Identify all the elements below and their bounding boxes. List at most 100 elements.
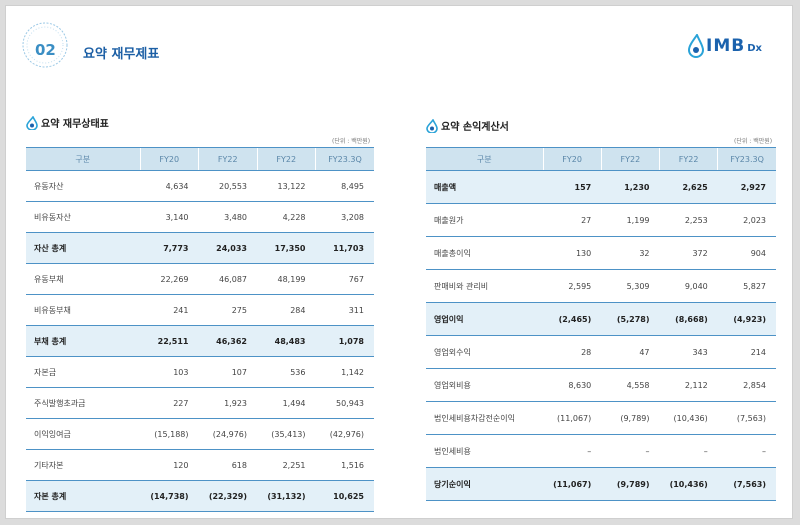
- row-label: 판매비와 관리비: [426, 269, 543, 303]
- logo-word: IMB: [706, 36, 746, 56]
- table-cell: 343: [659, 335, 718, 369]
- table-cell: (10,436): [659, 467, 718, 501]
- row-label: 부채 총계: [26, 325, 140, 357]
- table-cell: 13,122: [257, 170, 316, 202]
- row-label: 비유동부채: [26, 294, 140, 326]
- table-cell: 1,516: [315, 449, 374, 481]
- table-cell: 214: [717, 335, 776, 369]
- row-label: 매출원가: [426, 203, 543, 237]
- table-row: 자산 총계 7,773 24,033 17,350 11,703: [26, 232, 374, 264]
- balance-sheet-unit: (단위 : 백만원): [332, 138, 371, 145]
- table-cell: 1,142: [315, 356, 374, 388]
- row-label: 이익잉여금: [26, 418, 140, 450]
- table-cell: 3,208: [315, 201, 374, 233]
- column-header: 구분: [426, 147, 543, 171]
- row-label: 비유동자산: [26, 201, 140, 233]
- table-cell: 2,251: [257, 449, 316, 481]
- table-cell: –: [659, 434, 718, 468]
- table-row: 영업외비용 8,630 4,558 2,112 2,854: [426, 368, 776, 402]
- table-cell: 7,773: [140, 232, 199, 264]
- table-cell: 46,087: [198, 263, 257, 295]
- table-cell: 20,553: [198, 170, 257, 202]
- table-cell: (24,976): [198, 418, 257, 450]
- table-row: 부채 총계 22,511 46,362 48,483 1,078: [26, 325, 374, 357]
- column-header: FY20: [139, 147, 199, 171]
- table-cell: 17,350: [257, 232, 316, 264]
- section-number: 02: [35, 41, 56, 59]
- table-cell: 11,703: [315, 232, 374, 264]
- row-label: 매출액: [426, 170, 543, 204]
- table-cell: 1,078: [315, 325, 374, 357]
- table-cell: 47: [601, 335, 660, 369]
- table-cell: 8,495: [315, 170, 374, 202]
- column-header: 구분: [26, 147, 140, 171]
- table-cell: 2,595: [543, 269, 602, 303]
- drop-icon: [426, 118, 438, 133]
- table-row: 법인세비용차감전순이익 (11,067) (9,789) (10,436) (7,563…: [426, 401, 776, 435]
- balance-sheet-title: 요약 재무상태표: [26, 115, 109, 130]
- table-cell: 618: [198, 449, 257, 481]
- row-label: 법인세비용: [426, 434, 543, 468]
- logo-sub: Dx: [747, 42, 762, 54]
- table-cell: 107: [198, 356, 257, 388]
- row-label: 주식발행초과금: [26, 387, 140, 419]
- table-row: 이익잉여금 (15,188) (24,976) (35,413) (42,976): [26, 418, 374, 450]
- column-header: FY20: [542, 147, 602, 171]
- table-cell: 48,199: [257, 263, 316, 295]
- table-cell: 4,228: [257, 201, 316, 233]
- table-row: 주식발행초과금 227 1,923 1,494 50,943: [26, 387, 374, 419]
- table-cell: –: [543, 434, 602, 468]
- income-statement-unit: (단위 : 백만원): [734, 138, 773, 145]
- table-row: 당기순이익 (11,067) (9,789) (10,436) (7,563): [426, 467, 776, 501]
- company-logo: IMB Dx: [688, 34, 762, 58]
- table-cell: 3,140: [140, 201, 199, 233]
- table-cell: (31,132): [257, 480, 316, 512]
- column-header: FY22: [198, 147, 257, 171]
- table-cell: 24,033: [198, 232, 257, 264]
- table-cell: 9,040: [659, 269, 718, 303]
- table-row: 자본금 103 107 536 1,142: [26, 356, 374, 388]
- table-cell: (8,668): [659, 302, 718, 336]
- row-label: 자본 총계: [26, 480, 140, 512]
- page: 02 요약 재무제표 IMB Dx 요약 재무상태표 (단위 : 백만원) 구분…: [5, 5, 793, 519]
- table-cell: 130: [543, 236, 602, 270]
- table-cell: 27: [543, 203, 602, 237]
- table-cell: 241: [140, 294, 199, 326]
- income-statement-table: 구분 FY20 FY22 FY22 FY23.3Q 매출액 157 1,230 2,625 2,…: [426, 147, 776, 501]
- table-cell: 32: [601, 236, 660, 270]
- table-cell: 22,511: [140, 325, 199, 357]
- table-cell: (11,067): [543, 401, 602, 435]
- table-row: 영업이익 (2,465) (5,278) (8,668) (4,923): [426, 302, 776, 336]
- table-header-row: 구분 FY20 FY22 FY22 FY23.3Q: [26, 147, 374, 171]
- table-cell: (14,738): [140, 480, 199, 512]
- table-cell: (9,789): [601, 467, 660, 501]
- table-cell: 48,483: [257, 325, 316, 357]
- table-cell: 284: [257, 294, 316, 326]
- table-cell: 2,854: [717, 368, 776, 402]
- row-label: 영업외비용: [426, 368, 543, 402]
- logo-drop-icon: [688, 34, 704, 58]
- table-row: 유동부채 22,269 46,087 48,199 767: [26, 263, 374, 295]
- table-cell: 2,927: [717, 170, 776, 204]
- table-row: 비유동부채 241 275 284 311: [26, 294, 374, 326]
- table-cell: (11,067): [543, 467, 602, 501]
- table-cell: 46,362: [198, 325, 257, 357]
- table-cell: 904: [717, 236, 776, 270]
- table-cell: 10,625: [315, 480, 374, 512]
- table-cell: (42,976): [315, 418, 374, 450]
- table-cell: 28: [543, 335, 602, 369]
- table-cell: (9,789): [601, 401, 660, 435]
- table-cell: 1,923: [198, 387, 257, 419]
- table-cell: (15,188): [140, 418, 199, 450]
- table-cell: 1,199: [601, 203, 660, 237]
- row-label: 자본금: [26, 356, 140, 388]
- table-cell: 5,827: [717, 269, 776, 303]
- row-label: 기타자본: [26, 449, 140, 481]
- row-label: 유동부채: [26, 263, 140, 295]
- table-cell: –: [717, 434, 776, 468]
- page-title: 요약 재무제표: [83, 47, 160, 62]
- income-statement-title-text: 요약 손익계산서: [441, 122, 509, 133]
- column-header: FY23.3Q: [717, 147, 776, 171]
- table-row: 유동자산 4,634 20,553 13,122 8,495: [26, 170, 374, 202]
- table-row: 매출총이익 130 32 372 904: [426, 236, 776, 270]
